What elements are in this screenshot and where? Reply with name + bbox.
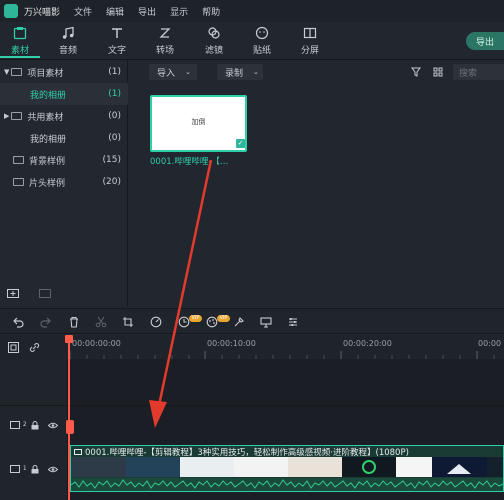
- annotation-arrow: [149, 159, 213, 428]
